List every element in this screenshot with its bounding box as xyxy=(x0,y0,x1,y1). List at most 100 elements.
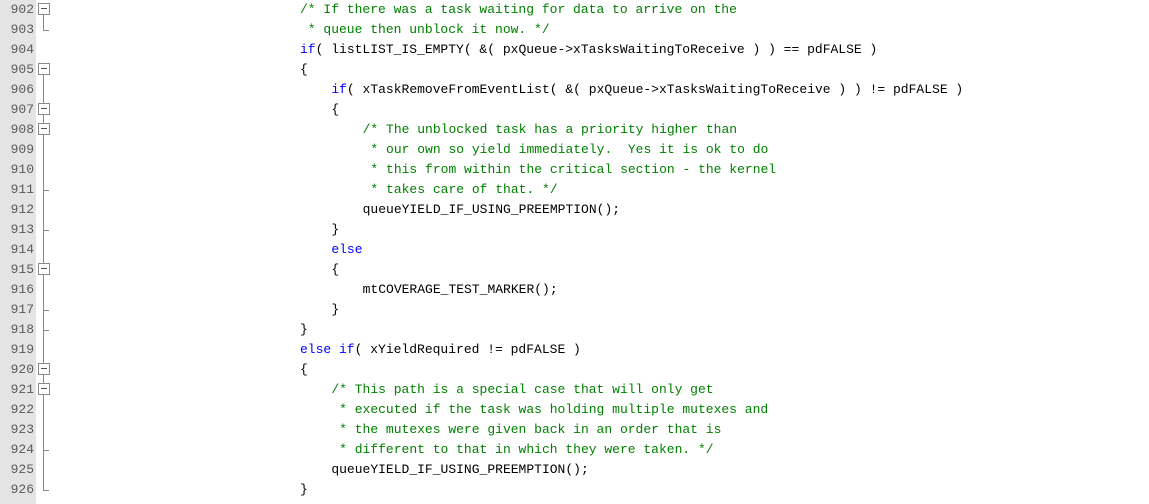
keyword-token: else if xyxy=(300,342,355,357)
line-number: 919 xyxy=(10,342,34,357)
code-line[interactable]: 924 * different to that in which they we… xyxy=(0,440,1149,460)
line-number: 922 xyxy=(10,402,34,417)
code-text[interactable]: else xyxy=(331,240,362,260)
fold-toggle-icon[interactable] xyxy=(38,120,50,140)
code-text[interactable]: * the mutexes were given back in an orde… xyxy=(331,420,721,440)
code-line[interactable]: 917} xyxy=(0,300,1149,320)
code-token: queueYIELD_IF_USING_PREEMPTION(); xyxy=(331,462,589,477)
code-line[interactable]: 913} xyxy=(0,220,1149,240)
code-line[interactable]: 923 * the mutexes were given back in an … xyxy=(0,420,1149,440)
code-token: mtCOVERAGE_TEST_MARKER(); xyxy=(362,282,558,297)
fold-guide-icon xyxy=(38,340,50,360)
fold-toggle-icon[interactable] xyxy=(38,60,50,80)
line-number: 924 xyxy=(10,442,34,457)
code-text[interactable]: { xyxy=(331,100,339,120)
code-text[interactable]: { xyxy=(300,360,308,380)
code-line[interactable]: 908 /* The unblocked task has a priority … xyxy=(0,120,1149,140)
code-text[interactable]: else if( xYieldRequired != pdFALSE ) xyxy=(300,340,581,360)
code-line[interactable]: 910 * this from within the critical sect… xyxy=(0,160,1149,180)
comment-token: * takes care of that. */ xyxy=(362,182,558,197)
code-line[interactable]: 915 { xyxy=(0,260,1149,280)
code-text[interactable]: { xyxy=(331,260,339,280)
code-token: } xyxy=(331,222,340,237)
fold-empty xyxy=(38,40,50,60)
comment-token: * our own so yield immediately. Yes it i… xyxy=(362,142,769,157)
code-line[interactable]: 912 queueYIELD_IF_USING_PREEMPTION(); xyxy=(0,200,1149,220)
code-text[interactable]: /* The unblocked task has a priority hig… xyxy=(363,120,737,140)
line-number: 926 xyxy=(10,482,34,497)
code-text[interactable]: queueYIELD_IF_USING_PREEMPTION(); xyxy=(363,200,620,220)
code-line[interactable]: 906 if( xTaskRemoveFromEventList( &( pxQu… xyxy=(0,80,1149,100)
code-line[interactable]: 914 else xyxy=(0,240,1149,260)
code-line[interactable]: 904 if( listLIST_IS_EMPTY( &( pxQueue->xT… xyxy=(0,40,1149,60)
comment-token: * executed if the task was holding multi… xyxy=(331,402,769,417)
code-text[interactable]: * takes care of that. */ xyxy=(362,180,558,200)
code-text[interactable]: if( xTaskRemoveFromEventList( &( pxQueue… xyxy=(331,80,963,100)
code-line[interactable]: 909 * our own so yield immediately. Yes … xyxy=(0,140,1149,160)
line-number: 911 xyxy=(10,182,34,197)
fold-end-icon xyxy=(38,440,50,460)
comment-token: * the mutexes were given back in an orde… xyxy=(331,422,722,437)
code-text[interactable]: /* If there was a task waiting for data … xyxy=(300,0,737,20)
code-text[interactable]: { xyxy=(300,60,308,80)
code-line[interactable]: 911 * takes care of that. */ xyxy=(0,180,1149,200)
code-token: } xyxy=(331,302,340,317)
code-text[interactable]: * executed if the task was holding multi… xyxy=(331,400,768,420)
fold-toggle-icon[interactable] xyxy=(38,360,50,380)
fold-end-icon xyxy=(38,20,50,40)
code-text[interactable]: /* This path is a special case that will… xyxy=(331,380,713,400)
code-line[interactable]: 919 else if( xYieldRequired != pdFALSE ) xyxy=(0,340,1149,360)
line-number: 907 xyxy=(10,102,34,117)
code-line[interactable]: 916 mtCOVERAGE_TEST_MARKER(); xyxy=(0,280,1149,300)
code-line[interactable]: 921 /* This path is a special case that w… xyxy=(0,380,1149,400)
code-token: { xyxy=(331,102,340,117)
code-line[interactable]: 907 { xyxy=(0,100,1149,120)
code-text[interactable]: } xyxy=(331,220,339,240)
line-number: 925 xyxy=(10,462,34,477)
code-text[interactable]: * different to that in which they were t… xyxy=(331,440,713,460)
code-text[interactable]: } xyxy=(331,300,339,320)
code-text[interactable]: if( listLIST_IS_EMPTY( &( pxQueue->xTask… xyxy=(300,40,877,60)
fold-end-icon xyxy=(38,300,50,320)
line-number: 902 xyxy=(10,2,34,17)
code-lines[interactable]: 902 /* If there was a task waiting for da… xyxy=(0,0,1149,500)
fold-toggle-icon[interactable] xyxy=(38,0,50,20)
code-line[interactable]: 903 * queue then unblock it now. */ xyxy=(0,20,1149,40)
code-line[interactable]: 922 * executed if the task was holding m… xyxy=(0,400,1149,420)
code-line[interactable]: 902 /* If there was a task waiting for da… xyxy=(0,0,1149,20)
code-line[interactable]: 920 { xyxy=(0,360,1149,380)
code-line[interactable]: 905 { xyxy=(0,60,1149,80)
fold-end-icon xyxy=(38,480,50,500)
fold-end-icon xyxy=(38,320,50,340)
code-line[interactable]: 918} xyxy=(0,320,1149,340)
comment-token: * queue then unblock it now. */ xyxy=(300,22,550,37)
code-text[interactable]: * this from within the critical section … xyxy=(363,160,776,180)
code-line[interactable]: 926} xyxy=(0,480,1149,500)
line-number: 905 xyxy=(10,62,34,77)
fold-toggle-icon[interactable] xyxy=(38,100,50,120)
code-text[interactable]: queueYIELD_IF_USING_PREEMPTION(); xyxy=(331,460,588,480)
line-number: 913 xyxy=(10,222,34,237)
fold-toggle-icon[interactable] xyxy=(38,380,50,400)
code-token: ( listLIST_IS_EMPTY( &( pxQueue->xTasksW… xyxy=(315,42,878,57)
line-number: 920 xyxy=(10,362,34,377)
comment-token: * different to that in which they were t… xyxy=(331,442,714,457)
line-number: 923 xyxy=(10,422,34,437)
code-token: ( xTaskRemoveFromEventList( &( pxQueue->… xyxy=(346,82,964,97)
code-text[interactable]: * queue then unblock it now. */ xyxy=(300,20,550,40)
code-token: ( xYieldRequired != pdFALSE ) xyxy=(354,342,581,357)
code-line[interactable]: 925 queueYIELD_IF_USING_PREEMPTION(); xyxy=(0,460,1149,480)
line-number: 906 xyxy=(10,82,34,97)
line-number: 916 xyxy=(10,282,34,297)
fold-guide-icon xyxy=(38,420,50,440)
code-text[interactable]: mtCOVERAGE_TEST_MARKER(); xyxy=(363,280,558,300)
code-text[interactable]: } xyxy=(300,480,308,500)
comment-token: /* If there was a task waiting for data … xyxy=(300,2,737,17)
fold-end-icon xyxy=(38,180,50,200)
code-text[interactable]: } xyxy=(300,320,308,340)
code-token: { xyxy=(300,362,308,377)
fold-toggle-icon[interactable] xyxy=(38,260,50,280)
code-editor[interactable]: 902 /* If there was a task waiting for da… xyxy=(0,0,1149,504)
code-text[interactable]: * our own so yield immediately. Yes it i… xyxy=(362,140,769,160)
fold-guide-icon xyxy=(38,400,50,420)
